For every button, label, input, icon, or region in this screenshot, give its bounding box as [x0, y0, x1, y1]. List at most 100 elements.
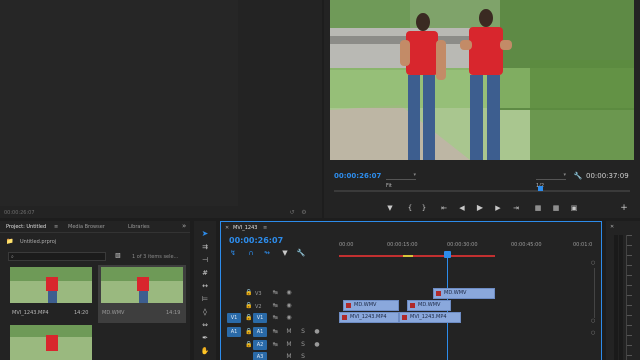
panel-menu-icon[interactable]: ≡: [54, 224, 58, 230]
track-a3: A3 M S: [221, 352, 337, 360]
step-back-icon[interactable]: ◀: [458, 204, 466, 212]
step-forward-icon[interactable]: ▶: [494, 204, 502, 212]
track-label-v1[interactable]: V1: [253, 313, 267, 323]
tab-libraries[interactable]: Libraries: [128, 224, 150, 230]
microphone-icon[interactable]: ●: [313, 341, 321, 349]
track-label-a3[interactable]: A3: [253, 352, 267, 360]
search-input[interactable]: ⌕: [8, 252, 106, 261]
project-clip-mvi1243[interactable]: MVI_1243.MP4 14:20: [10, 267, 92, 321]
expand-tabs-icon[interactable]: »: [182, 223, 186, 230]
export-frame-icon[interactable]: ↺: [288, 209, 296, 217]
add-marker-icon[interactable]: ▼: [281, 249, 289, 257]
project-clip-third[interactable]: [10, 325, 92, 360]
clip-label: MD.WMV: [444, 290, 467, 296]
lock-icon[interactable]: 🔒: [245, 289, 253, 297]
resolution-dropdown[interactable]: 1/2 ▾: [536, 172, 566, 189]
clip-v2-md-a[interactable]: MD.WMV: [343, 300, 399, 311]
time-ruler[interactable]: 00:00 00:00:15:00 00:00:30:00 00:00:45:0…: [339, 240, 599, 260]
close-icon[interactable]: ✕: [610, 224, 614, 230]
solo-button[interactable]: S: [299, 328, 307, 336]
clip-v2-md-b[interactable]: MD.WMV: [407, 300, 451, 311]
clip-v1-mvi-a[interactable]: MVI_1243.MP4: [339, 312, 399, 323]
new-bin-icon[interactable]: ▧: [114, 252, 122, 260]
lift-icon[interactable]: ▦: [534, 204, 542, 212]
go-to-out-icon[interactable]: ⇥: [512, 204, 520, 212]
premiere-workspace: 00:00:26:07 ↺ ⚙ 00:00:26:07 Fit ▾ ▾ 🔧 00…: [0, 0, 640, 360]
tab-media-browser[interactable]: Media Browser: [68, 224, 105, 230]
timeline-settings-icon[interactable]: 🔧: [297, 249, 306, 257]
track-label-a2[interactable]: A2: [253, 340, 267, 350]
close-icon[interactable]: ✕: [225, 225, 229, 231]
lock-icon[interactable]: 🔒: [245, 328, 253, 336]
pen-tool-icon[interactable]: ✒: [200, 333, 210, 343]
mute-button[interactable]: M: [285, 328, 293, 336]
vertical-scrollbar[interactable]: [594, 268, 595, 318]
ruler-label: 00:00: [339, 242, 354, 248]
work-area-bar[interactable]: [339, 255, 495, 257]
nest-icon[interactable]: ↯: [229, 249, 237, 257]
track-label-a1[interactable]: A1: [253, 327, 267, 337]
fit-dropdown[interactable]: Fit ▾: [386, 172, 416, 189]
sync-lock-icon[interactable]: ↹: [271, 328, 279, 336]
rate-stretch-tool-icon[interactable]: ↔: [200, 281, 210, 291]
track-a2: 🔒 A2 ↹ M S ●: [221, 340, 337, 351]
go-to-in-icon[interactable]: ⇤: [440, 204, 448, 212]
sync-lock-icon[interactable]: ↹: [271, 302, 279, 310]
solo-button[interactable]: S: [299, 341, 307, 349]
timeline-playhead-head[interactable]: [444, 251, 451, 258]
search-icon: ⌕: [11, 254, 14, 260]
source-patch-v1[interactable]: V1: [227, 313, 241, 323]
panel-menu-icon[interactable]: ≡: [263, 225, 267, 231]
razor-tool-icon[interactable]: ⊨: [200, 294, 210, 304]
sync-lock-icon[interactable]: ↹: [271, 289, 279, 297]
clip-duration: 14:20: [74, 310, 89, 316]
slip-tool-icon[interactable]: ◊: [200, 307, 210, 317]
wrench-icon[interactable]: 🔧: [574, 172, 583, 180]
microphone-icon[interactable]: ●: [313, 328, 321, 336]
ripple-edit-tool-icon[interactable]: ⊣: [200, 255, 210, 265]
selection-tool-icon[interactable]: ➤: [200, 229, 210, 239]
camera-icon[interactable]: ▣: [570, 204, 578, 212]
sequence-tab[interactable]: MVI_1243: [233, 225, 257, 231]
scroll-handle-icon[interactable]: ○: [591, 318, 595, 324]
source-patch-a1[interactable]: A1: [227, 327, 241, 337]
settings-icon[interactable]: ⚙: [300, 209, 308, 217]
sync-lock-icon[interactable]: ↹: [271, 341, 279, 349]
linked-selection-icon[interactable]: ↬: [263, 249, 271, 257]
hand-tool-icon[interactable]: ✋: [200, 346, 210, 356]
slide-tool-icon[interactable]: ⇔: [200, 320, 210, 330]
add-button-icon[interactable]: +: [620, 204, 628, 213]
lock-icon[interactable]: 🔒: [245, 341, 253, 349]
lock-icon[interactable]: 🔒: [245, 314, 253, 322]
rolling-edit-tool-icon[interactable]: #: [200, 268, 210, 278]
lock-icon[interactable]: 🔒: [245, 302, 253, 310]
play-icon[interactable]: ▶: [476, 204, 484, 212]
mark-in-icon[interactable]: {: [406, 204, 414, 212]
project-clip-md[interactable]: MD.WMV 14:19: [98, 265, 186, 323]
clip-v1-mvi-b[interactable]: MVI_1243.MP4: [399, 312, 461, 323]
program-current-time[interactable]: 00:00:26:07: [334, 172, 381, 180]
eye-icon[interactable]: ◉: [285, 289, 293, 297]
ruler-label: 00:00:45:00: [511, 242, 542, 248]
mute-button[interactable]: M: [285, 341, 293, 349]
program-scrubber[interactable]: [334, 190, 630, 192]
eye-icon[interactable]: ◉: [285, 302, 293, 310]
eye-icon[interactable]: ◉: [285, 314, 293, 322]
clip-v3-md[interactable]: MD.WMV: [433, 288, 495, 299]
sync-lock-icon[interactable]: ↹: [271, 314, 279, 322]
tab-project[interactable]: Project: Untitled: [6, 224, 46, 230]
track-label-v3: V3: [255, 291, 262, 297]
items-selected-count: 1 of 3 items sele...: [132, 254, 179, 260]
extract-icon[interactable]: ▦: [552, 204, 560, 212]
mark-out-icon[interactable]: }: [420, 204, 428, 212]
solo-button[interactable]: S: [299, 353, 307, 360]
scroll-handle-icon[interactable]: ○: [591, 330, 595, 336]
fx-badge-icon: [342, 315, 347, 320]
mute-button[interactable]: M: [285, 353, 293, 360]
snap-icon[interactable]: ∩: [247, 249, 255, 257]
add-marker-icon[interactable]: ▼: [386, 204, 394, 212]
program-playhead[interactable]: [538, 186, 543, 191]
track-select-tool-icon[interactable]: ⇉: [200, 242, 210, 252]
scroll-handle-icon[interactable]: ○: [591, 260, 595, 266]
timeline-timecode[interactable]: 00:00:26:07: [229, 237, 283, 245]
